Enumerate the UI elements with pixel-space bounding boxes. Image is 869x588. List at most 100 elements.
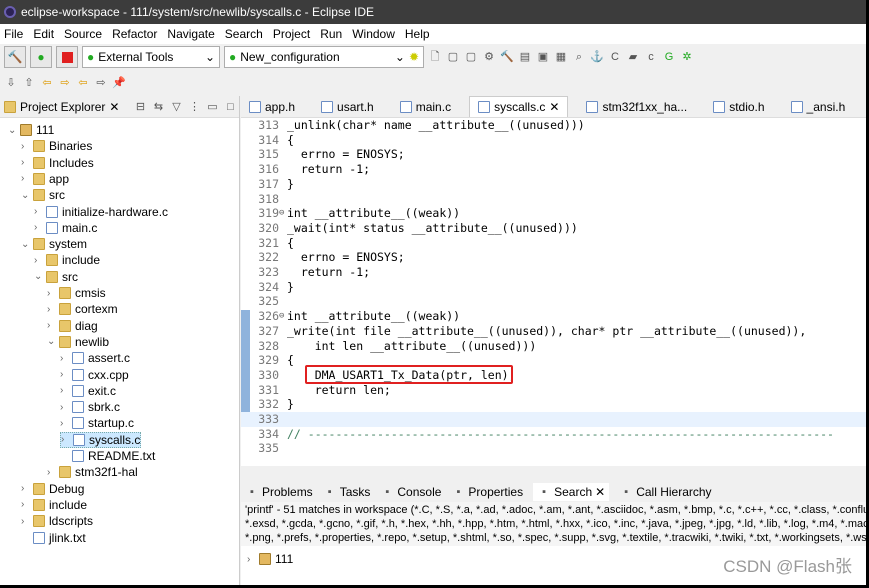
project-explorer-tab[interactable]: Project Explorer xyxy=(20,100,105,114)
new-file-icon[interactable]: c xyxy=(644,50,658,64)
tree-item[interactable]: › Debug xyxy=(21,481,84,497)
menu-source[interactable]: Source xyxy=(64,27,102,41)
tree-item[interactable]: › Binaries xyxy=(21,138,92,154)
next-edit-icon[interactable]: ⇨ xyxy=(58,76,72,90)
chevron-right-icon[interactable]: › xyxy=(60,369,68,380)
menu-window[interactable]: Window xyxy=(352,27,395,41)
tree-item[interactable]: › include xyxy=(21,497,87,513)
tab-problems[interactable]: ▪ Problems xyxy=(245,485,313,499)
tree-item[interactable]: › ldscripts xyxy=(21,513,93,529)
chevron-right-icon[interactable]: › xyxy=(21,173,29,184)
editor-tab[interactable]: cdefs.h xyxy=(863,96,866,117)
next-annotation-icon[interactable]: ⇩ xyxy=(4,76,18,90)
pin-editor-icon[interactable]: 📌 xyxy=(112,76,126,90)
fold-icon[interactable]: ⊖ xyxy=(279,309,284,324)
tree-item[interactable]: ⌄ src xyxy=(34,269,78,285)
tree-item[interactable]: README.txt xyxy=(60,448,155,464)
tree-item[interactable]: › sbrk.c xyxy=(60,399,120,415)
chevron-right-icon[interactable]: › xyxy=(60,385,68,396)
launch-config-combo[interactable]: ● New_configuration ⌄ ✹ xyxy=(224,46,424,68)
tab-console[interactable]: ▪ Console xyxy=(380,485,441,499)
tree-item[interactable]: ⌄ 111 xyxy=(8,122,54,138)
chevron-down-icon[interactable]: ⌄ xyxy=(47,336,55,347)
bug-icon[interactable]: ✲ xyxy=(680,50,694,64)
chevron-right-icon[interactable]: › xyxy=(21,516,29,527)
tree-item[interactable]: › main.c xyxy=(34,220,97,236)
package-icon[interactable]: ▦ xyxy=(554,50,568,64)
binary-icon[interactable]: ▤ xyxy=(518,50,532,64)
last-edit-icon[interactable]: ⇦ xyxy=(40,76,54,90)
search-icon[interactable]: ⌕ xyxy=(572,50,586,64)
tree-item[interactable]: ⌄ newlib xyxy=(47,334,109,350)
save-icon[interactable]: ▢ xyxy=(446,50,460,64)
menu-search[interactable]: Search xyxy=(225,27,263,41)
chevron-right-icon[interactable]: › xyxy=(247,554,255,565)
tree-item[interactable]: › include xyxy=(34,252,100,268)
hammer-icon[interactable]: 🔨 xyxy=(500,50,514,64)
code-editor[interactable]: 313 _unlink(char* name __attribute__((unu… xyxy=(241,118,866,466)
stop-button[interactable] xyxy=(56,46,78,68)
close-icon[interactable]: ✕ xyxy=(109,100,119,114)
tree-item[interactable]: ⌄ src xyxy=(21,187,65,203)
link-editor-icon[interactable]: ⇆ xyxy=(151,100,165,114)
chevron-right-icon[interactable]: › xyxy=(21,157,29,168)
tree-item[interactable]: › cmsis xyxy=(47,285,106,301)
chevron-right-icon[interactable]: › xyxy=(21,141,29,152)
chevron-right-icon[interactable]: › xyxy=(47,304,55,315)
chevron-right-icon[interactable]: › xyxy=(21,483,29,494)
new-icon[interactable]: 🗋 xyxy=(428,50,442,64)
chevron-down-icon[interactable]: ⌄ xyxy=(34,271,42,282)
menu-file[interactable]: File xyxy=(4,27,23,41)
editor-tab[interactable]: app.h xyxy=(241,96,303,117)
chevron-down-icon[interactable]: ⌄ xyxy=(21,239,29,250)
save-all-icon[interactable]: ▢ xyxy=(464,50,478,64)
tree-item[interactable]: › syscalls.c xyxy=(60,431,142,448)
gear-icon[interactable]: ✹ xyxy=(409,50,419,64)
menu-refactor[interactable]: Refactor xyxy=(112,27,157,41)
tree-item[interactable]: ⌄ system xyxy=(21,236,87,252)
tab-tasks[interactable]: ▪ Tasks xyxy=(323,485,371,499)
tab-properties[interactable]: ▪ Properties xyxy=(451,485,523,499)
editor-tab[interactable]: usart.h xyxy=(313,96,382,117)
chevron-right-icon[interactable]: › xyxy=(47,288,55,299)
view-menu-icon[interactable]: ⋮ xyxy=(187,100,201,114)
tree-item[interactable]: › diag xyxy=(47,318,98,334)
tree-item[interactable]: › initialize-hardware.c xyxy=(34,204,168,220)
back-icon[interactable]: ⇦ xyxy=(76,76,90,90)
maximize-icon[interactable]: □ xyxy=(223,100,237,114)
chevron-right-icon[interactable]: › xyxy=(34,222,42,233)
tree-item[interactable]: › startup.c xyxy=(60,415,134,431)
chevron-down-icon[interactable]: ⌄ xyxy=(21,190,29,201)
tab-call-hierarchy[interactable]: ▪ Call Hierarchy xyxy=(619,485,711,499)
tree-item[interactable]: › exit.c xyxy=(60,383,116,399)
build-hammer-button[interactable]: 🔨 xyxy=(4,46,26,68)
menu-edit[interactable]: Edit xyxy=(33,27,54,41)
chevron-right-icon[interactable]: › xyxy=(61,434,69,445)
tab-search[interactable]: ▪ Search ✕ xyxy=(533,483,610,501)
collapse-all-icon[interactable]: ⊟ xyxy=(133,100,147,114)
editor-tab[interactable]: stm32f1xx_ha... xyxy=(578,96,695,117)
forward-icon[interactable]: ⇨ xyxy=(94,76,108,90)
chevron-right-icon[interactable]: › xyxy=(60,418,68,429)
chevron-right-icon[interactable]: › xyxy=(47,467,55,478)
close-icon[interactable]: ✕ xyxy=(549,100,559,114)
editor-tab[interactable]: main.c xyxy=(392,96,459,117)
chevron-down-icon[interactable]: ⌄ xyxy=(8,125,16,136)
tree-item[interactable]: › cortexm xyxy=(47,301,118,317)
external-tools-combo[interactable]: ● External Tools ⌄ xyxy=(82,46,220,68)
editor-tab[interactable]: stdio.h xyxy=(705,96,772,117)
prev-annotation-icon[interactable]: ⇧ xyxy=(22,76,36,90)
minimize-icon[interactable]: ▭ xyxy=(205,100,219,114)
new-folder-icon[interactable]: ▰ xyxy=(626,50,640,64)
new-class-icon[interactable]: C xyxy=(608,50,622,64)
run-icon[interactable]: G xyxy=(662,50,676,64)
tree-item[interactable]: › app xyxy=(21,171,69,187)
chevron-right-icon[interactable]: › xyxy=(60,402,68,413)
close-icon[interactable]: ✕ xyxy=(595,485,605,499)
tree-item[interactable]: › stm32f1-hal xyxy=(47,464,138,480)
tree-item[interactable]: › Includes xyxy=(21,155,94,171)
debug-button[interactable]: ● xyxy=(30,46,52,68)
tree-item[interactable]: › cxx.cpp xyxy=(60,367,129,383)
settings-icon[interactable]: ⚙ xyxy=(482,50,496,64)
anchor-icon[interactable]: ⚓ xyxy=(590,50,604,64)
